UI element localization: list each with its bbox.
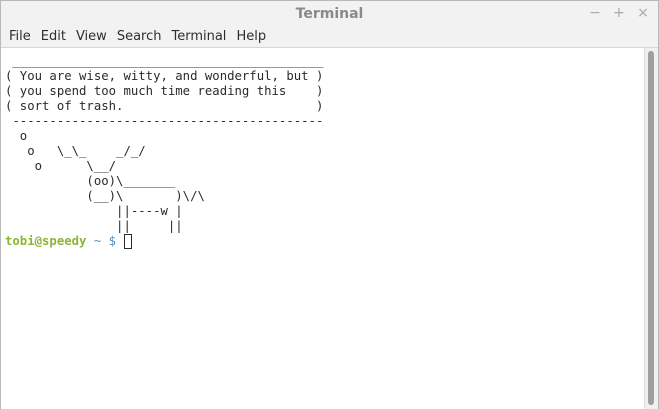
terminal-area[interactable]: ________________________________________…	[1, 48, 646, 409]
terminal-window: Terminal − + × File Edit View Search Ter…	[0, 0, 659, 409]
prompt-symbol: $	[108, 234, 124, 248]
prompt-line: tobi@speedy ~ $	[5, 234, 646, 249]
scrollbar-thumb[interactable]	[648, 51, 654, 405]
menu-terminal[interactable]: Terminal	[166, 27, 231, 47]
text-cursor[interactable]	[124, 234, 133, 249]
menu-file[interactable]: File	[1, 27, 36, 47]
close-button[interactable]: ×	[636, 5, 650, 21]
menu-help[interactable]: Help	[231, 27, 271, 47]
maximize-button[interactable]: +	[612, 5, 626, 21]
menu-view[interactable]: View	[71, 27, 112, 47]
minimize-button[interactable]: −	[588, 5, 602, 21]
cowsay-output: ________________________________________…	[5, 54, 324, 233]
window-title: Terminal	[295, 6, 364, 22]
window-controls: − + ×	[588, 5, 650, 21]
prompt-path: ~	[86, 234, 109, 248]
terminal-output: ________________________________________…	[1, 48, 646, 249]
vertical-scrollbar[interactable]	[644, 48, 658, 409]
menu-edit[interactable]: Edit	[36, 27, 71, 47]
title-bar[interactable]: Terminal − + ×	[1, 1, 658, 27]
menu-bar: File Edit View Search Terminal Help	[1, 27, 658, 48]
prompt-user-host: tobi@speedy	[5, 234, 87, 248]
menu-search[interactable]: Search	[112, 27, 167, 47]
